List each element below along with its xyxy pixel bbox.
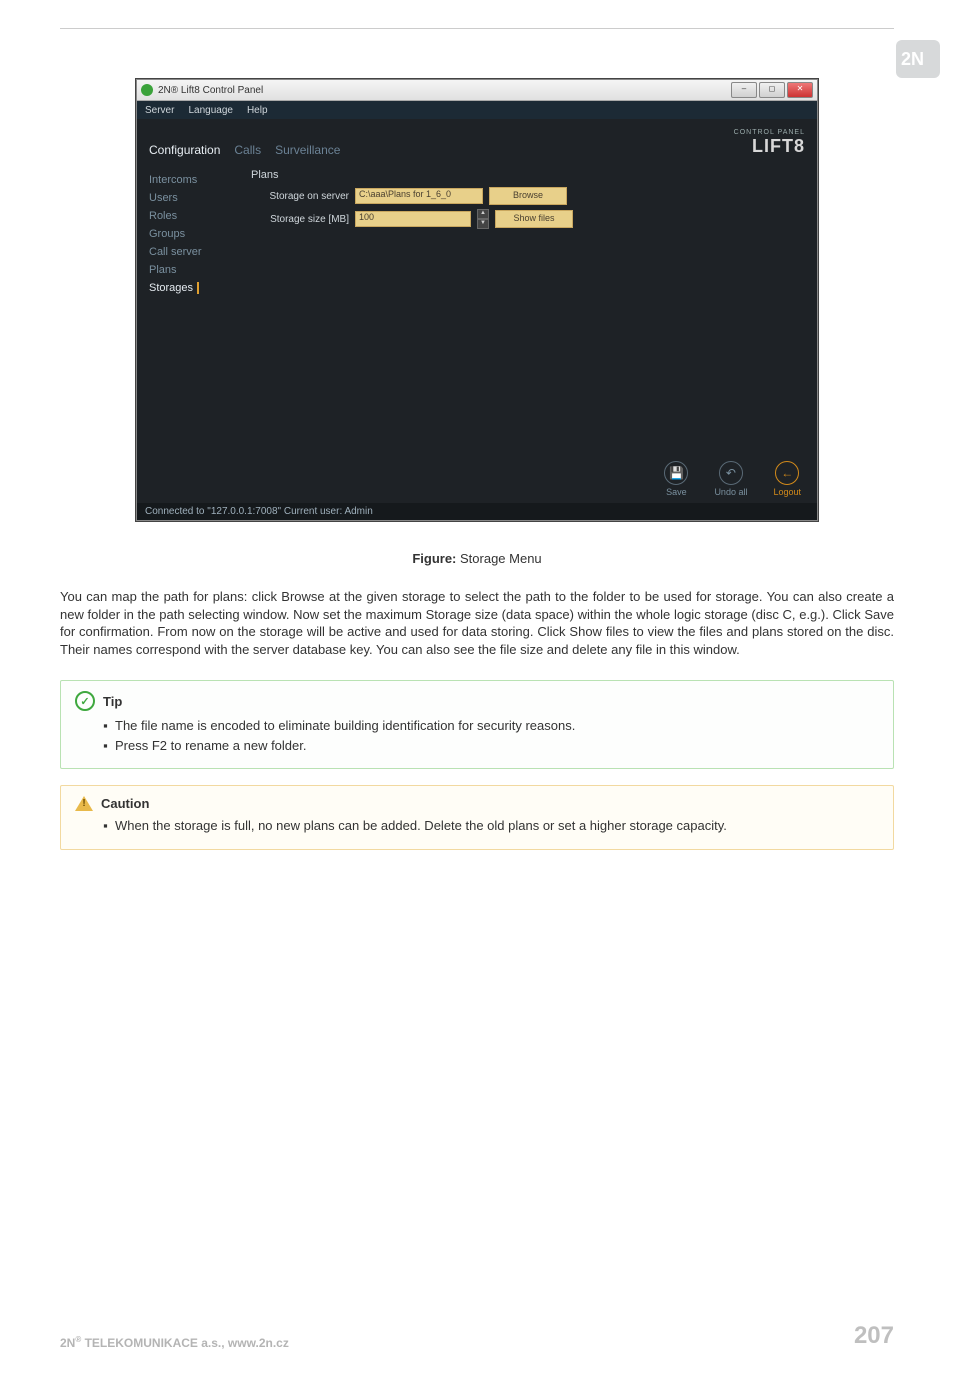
spin-up-icon[interactable]: ▲ [477, 209, 489, 219]
product-logo-small: CONTROL PANEL [734, 129, 805, 136]
save-button[interactable]: 💾 Save [664, 461, 688, 497]
menu-language[interactable]: Language [188, 105, 233, 116]
undo-button[interactable]: ↶ Undo all [714, 461, 747, 497]
brand-logo-badge: 2N [896, 40, 940, 78]
caution-callout: Caution When the storage is full, no new… [60, 785, 894, 850]
tab-configuration[interactable]: Configuration [149, 143, 220, 157]
footer-page-number: 207 [854, 1322, 894, 1350]
undo-label: Undo all [714, 487, 747, 497]
tip-item: Press F2 to rename a new folder. [115, 737, 879, 755]
spin-down-icon[interactable]: ▼ [477, 219, 489, 229]
bottom-bar: 💾 Save ↶ Undo all ← Logout [137, 453, 817, 503]
logout-button[interactable]: ← Logout [773, 461, 801, 497]
sidebar-item-storages[interactable]: Storages [149, 279, 237, 297]
sidebar: Intercoms Users Roles Groups Call server… [137, 163, 241, 453]
sidebar-item-intercoms[interactable]: Intercoms [149, 171, 237, 189]
footer-company: 2N® TELEKOMUNIKACE a.s., www.2n.cz [60, 1335, 289, 1350]
storage-size-input[interactable]: 100 [355, 211, 471, 227]
close-button[interactable]: ✕ [787, 82, 813, 98]
tip-item: The file name is encoded to eliminate bu… [115, 717, 879, 735]
save-label: Save [666, 487, 687, 497]
tip-title: Tip [103, 694, 122, 709]
tab-calls[interactable]: Calls [234, 143, 261, 157]
body-paragraph: You can map the path for plans: click Br… [60, 588, 894, 658]
figure-caption-label: Figure: [412, 551, 456, 566]
window-icon [141, 84, 153, 96]
window-title: 2N® Lift8 Control Panel [158, 85, 263, 96]
storage-path-input[interactable]: C:\aaa\Plans for 1_6_0 [355, 188, 483, 204]
save-icon: 💾 [664, 461, 688, 485]
browse-button[interactable]: Browse [489, 187, 567, 205]
sidebar-item-plans[interactable]: Plans [149, 261, 237, 279]
caution-icon [75, 796, 93, 811]
product-logo-big: LIFT8 [752, 136, 805, 156]
menubar: Server Language Help [137, 101, 817, 119]
storage-size-label: Storage size [MB] [251, 214, 349, 225]
header-divider [60, 28, 894, 29]
group-title: Plans [251, 169, 807, 181]
tip-callout: ✓ Tip The file name is encoded to elimin… [60, 680, 894, 769]
main-pane: Plans Storage on server C:\aaa\Plans for… [241, 163, 817, 453]
tip-icon: ✓ [75, 691, 95, 711]
sidebar-item-groups[interactable]: Groups [149, 225, 237, 243]
sidebar-item-storages-label: Storages [149, 282, 193, 294]
status-bar: Connected to "127.0.0.1:7008" Current us… [137, 503, 817, 520]
product-logo: CONTROL PANEL LIFT8 [734, 129, 805, 157]
figure-caption-text: Storage Menu [456, 551, 541, 566]
tab-surveillance[interactable]: Surveillance [275, 143, 340, 157]
maximize-button[interactable]: ◻ [759, 82, 785, 98]
caution-title: Caution [101, 796, 149, 811]
sidebar-item-callserver[interactable]: Call server [149, 243, 237, 261]
undo-icon: ↶ [719, 461, 743, 485]
nav-row: Configuration Calls Surveillance CONTROL… [137, 119, 817, 163]
menu-help[interactable]: Help [247, 105, 268, 116]
page-footer: 2N® TELEKOMUNIKACE a.s., www.2n.cz 207 [60, 1322, 894, 1350]
sidebar-item-roles[interactable]: Roles [149, 207, 237, 225]
caution-item: When the storage is full, no new plans c… [115, 817, 879, 835]
figure-caption: Figure: Storage Menu [60, 551, 894, 566]
size-spinner[interactable]: ▲ ▼ [477, 209, 489, 229]
storage-path-label: Storage on server [251, 191, 349, 202]
showfiles-button[interactable]: Show files [495, 210, 573, 228]
logout-label: Logout [773, 487, 801, 497]
minimize-button[interactable]: – [731, 82, 757, 98]
sidebar-cursor [197, 282, 199, 294]
menu-server[interactable]: Server [145, 105, 174, 116]
brand-text: 2N [901, 49, 924, 69]
window-titlebar: 2N® Lift8 Control Panel – ◻ ✕ [137, 80, 817, 101]
logout-icon: ← [775, 461, 799, 485]
sidebar-item-users[interactable]: Users [149, 189, 237, 207]
app-screenshot: 2N® Lift8 Control Panel – ◻ ✕ Server Lan… [136, 79, 818, 521]
